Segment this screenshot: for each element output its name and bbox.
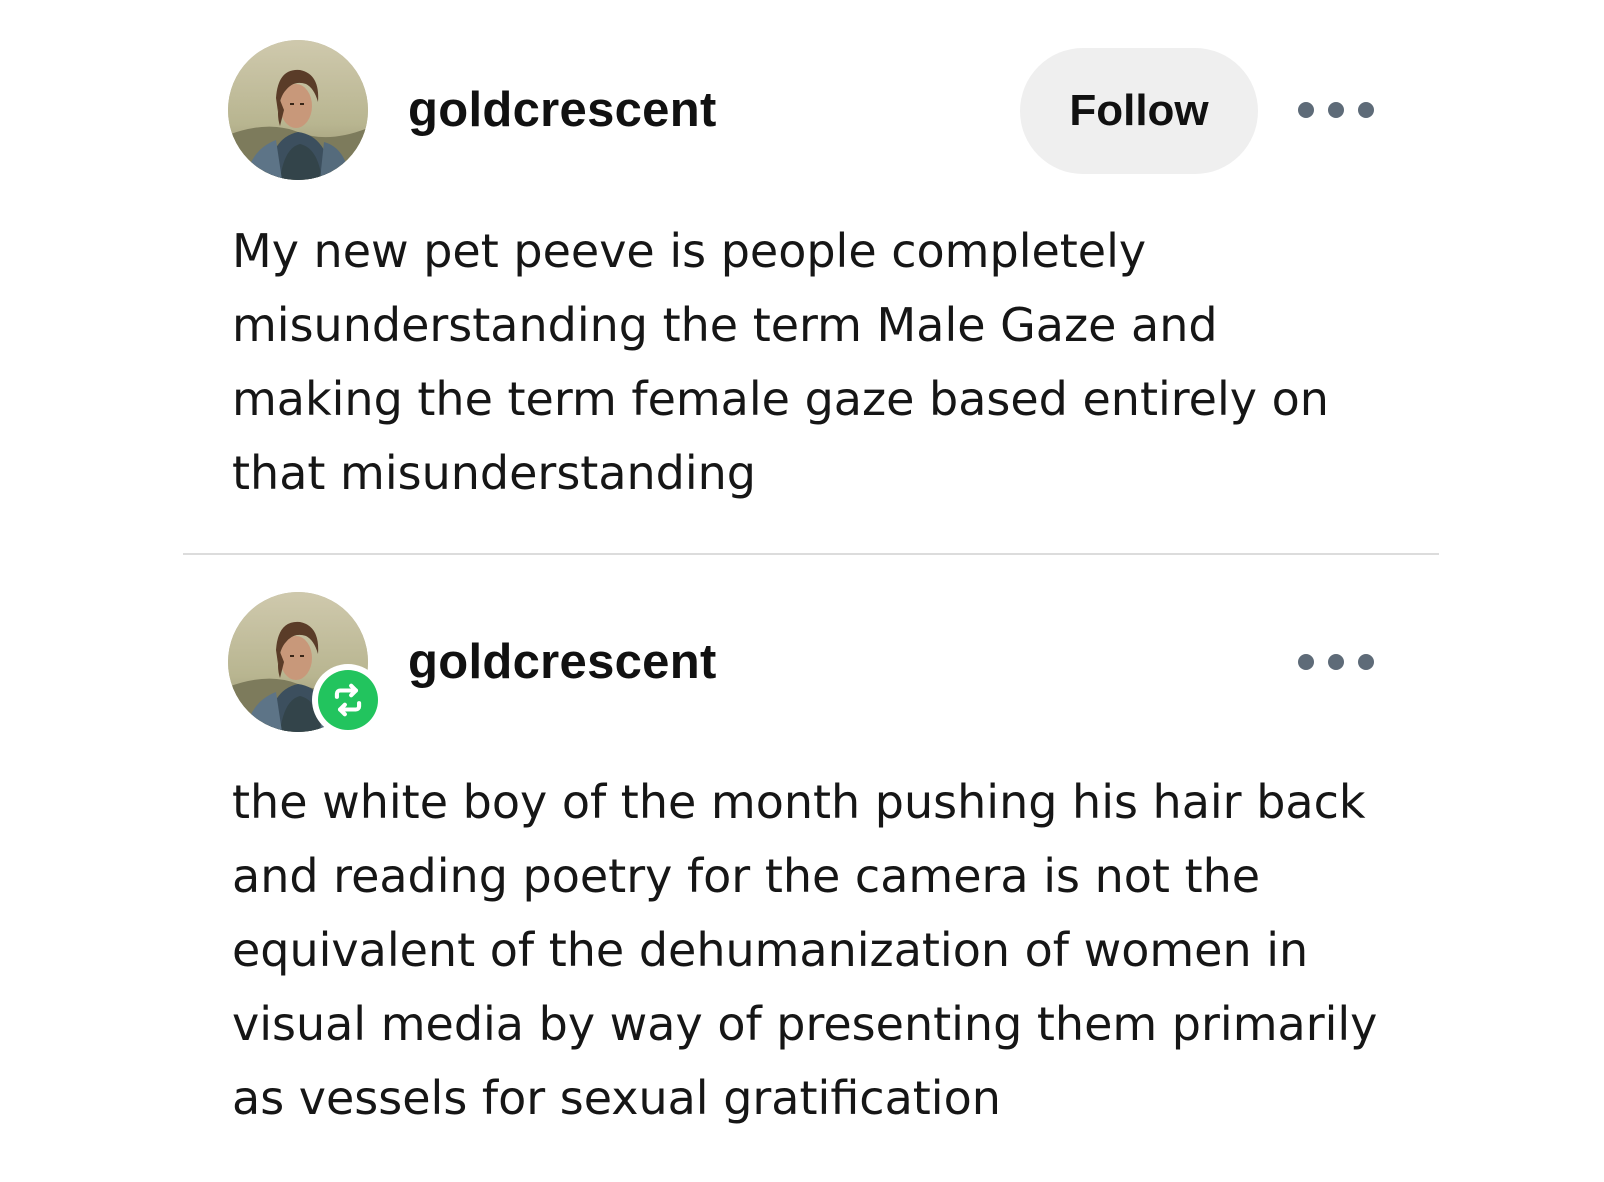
post-header: goldcrescent Follow [0, 40, 1604, 180]
dot [1358, 654, 1374, 670]
more-dots-icon[interactable] [1298, 644, 1374, 680]
dot [1328, 654, 1344, 670]
dot [1298, 654, 1314, 670]
dot [1298, 102, 1314, 118]
reblog-icon [318, 670, 378, 730]
avatar-image [228, 40, 368, 180]
post-header: goldcrescent [0, 592, 1604, 736]
dot [1328, 102, 1344, 118]
reblog-badge [312, 664, 384, 736]
username[interactable]: goldcrescent [408, 82, 717, 138]
divider [183, 553, 1439, 555]
dot [1358, 102, 1374, 118]
more-dots-icon[interactable] [1298, 92, 1374, 128]
username[interactable]: goldcrescent [408, 634, 717, 690]
follow-button[interactable]: Follow [1020, 48, 1258, 174]
avatar[interactable] [228, 40, 368, 180]
post-body: My new pet peeve is people completely mi… [232, 224, 1329, 500]
post-body: the white boy of the month pushing his h… [232, 775, 1378, 1125]
